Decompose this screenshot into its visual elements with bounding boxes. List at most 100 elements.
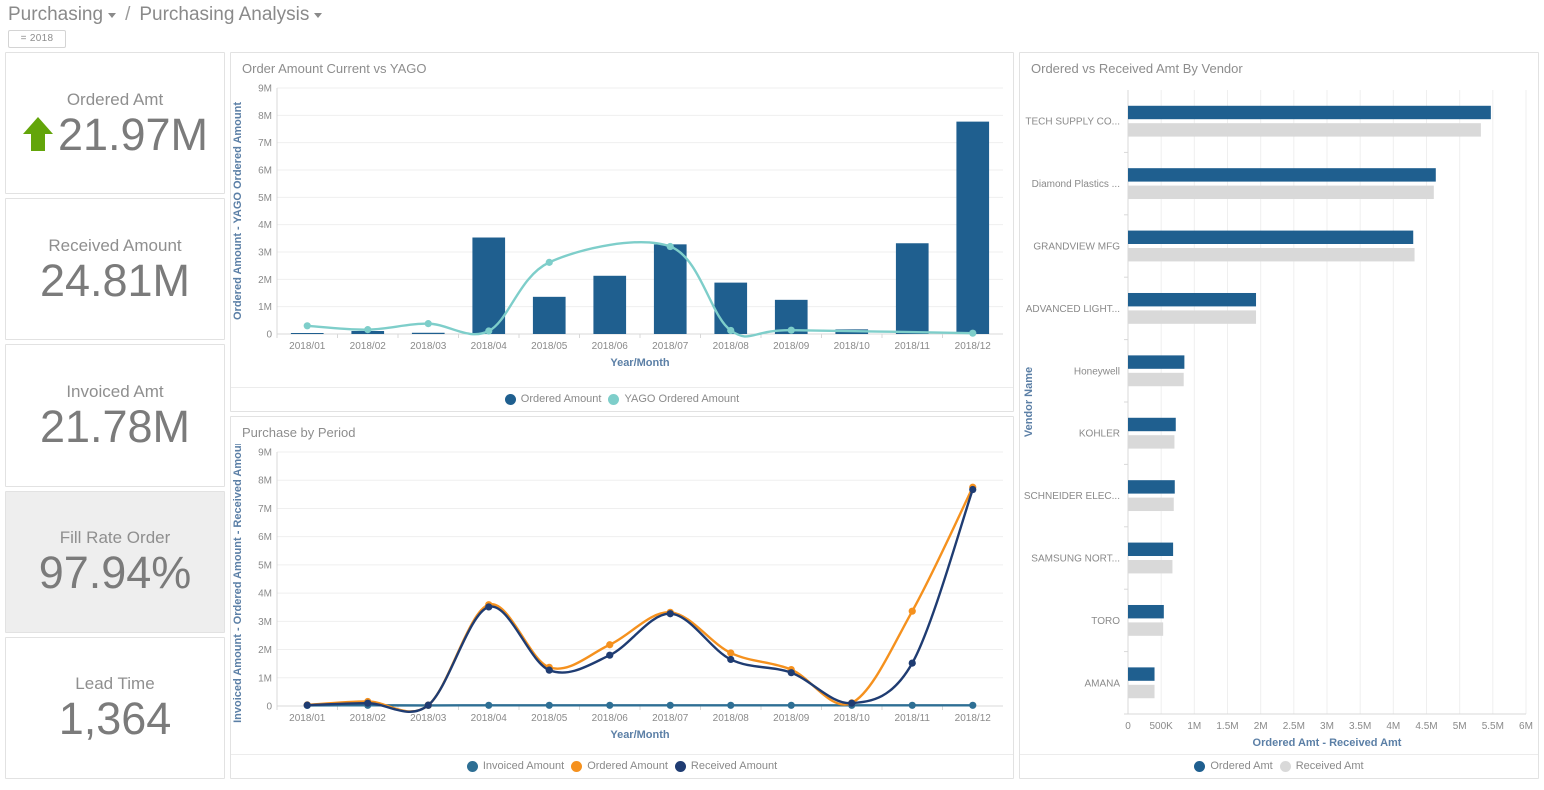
svg-text:Invoiced Amount - Ordered Amou: Invoiced Amount - Ordered Amount - Recei… bbox=[232, 444, 244, 723]
chevron-down-icon[interactable] bbox=[314, 13, 322, 18]
legend-swatch bbox=[1280, 761, 1291, 772]
chart-legend: Invoiced Amount Ordered Amount Received … bbox=[231, 754, 1013, 778]
svg-text:2018/01: 2018/01 bbox=[289, 341, 326, 352]
svg-text:2.5M: 2.5M bbox=[1283, 721, 1305, 732]
svg-text:6M: 6M bbox=[1519, 721, 1533, 732]
filter-chip-year[interactable]: = 2018 bbox=[8, 30, 66, 48]
svg-text:2018/12: 2018/12 bbox=[955, 713, 992, 724]
breadcrumb-label: Purchasing bbox=[8, 4, 103, 26]
kpi-label: Invoiced Amt bbox=[66, 382, 163, 402]
svg-text:TECH SUPPLY CO...: TECH SUPPLY CO... bbox=[1025, 117, 1120, 128]
svg-text:9M: 9M bbox=[258, 448, 272, 459]
svg-text:ADVANCED LIGHT...: ADVANCED LIGHT... bbox=[1026, 304, 1120, 315]
kpi-card-received-amount[interactable]: Received Amount 24.81M bbox=[5, 198, 225, 340]
svg-text:2018/08: 2018/08 bbox=[713, 713, 750, 724]
svg-text:1M: 1M bbox=[258, 673, 272, 684]
svg-text:2018/03: 2018/03 bbox=[410, 713, 447, 724]
svg-text:2018/06: 2018/06 bbox=[592, 713, 629, 724]
chart-panel-purchase-by-period: Purchase by Period 01M2M3M4M5M6M7M8M9MIn… bbox=[230, 416, 1014, 779]
legend-item-ordered-amount[interactable]: Ordered Amount bbox=[505, 393, 602, 405]
kpi-card-ordered-amt[interactable]: Ordered Amt 21.97M bbox=[5, 52, 225, 194]
svg-text:0: 0 bbox=[1125, 721, 1131, 732]
horizontal-bar-chart-svg[interactable]: 0500K1M1.5M2M2.5M3M3.5M4M4.5M5M5.5M6MOrd… bbox=[1020, 80, 1538, 752]
svg-text:2018/07: 2018/07 bbox=[652, 713, 689, 724]
legend-label: Invoiced Amount bbox=[483, 760, 564, 772]
legend-label: Received Amt bbox=[1296, 760, 1364, 772]
svg-text:Ordered Amt - Received Amt: Ordered Amt - Received Amt bbox=[1253, 737, 1402, 749]
svg-text:6M: 6M bbox=[258, 166, 272, 177]
svg-text:3.5M: 3.5M bbox=[1349, 721, 1371, 732]
breadcrumb-separator: / bbox=[125, 4, 130, 26]
chart-legend: Ordered Amount YAGO Ordered Amount bbox=[231, 387, 1013, 411]
line-chart-svg[interactable]: 01M2M3M4M5M6M7M8M9MInvoiced Amount - Ord… bbox=[231, 444, 1013, 744]
svg-text:2018/10: 2018/10 bbox=[834, 341, 871, 352]
svg-text:SAMSUNG NORT...: SAMSUNG NORT... bbox=[1031, 554, 1120, 565]
chart-plot-area[interactable]: 01M2M3M4M5M6M7M8M9MOrdered Amount - YAGO… bbox=[231, 80, 1013, 387]
svg-text:6M: 6M bbox=[258, 532, 272, 543]
svg-text:2018/02: 2018/02 bbox=[350, 713, 387, 724]
kpi-label: Lead Time bbox=[75, 674, 154, 694]
kpi-card-lead-time[interactable]: Lead Time 1,364 bbox=[5, 637, 225, 779]
middle-column: Order Amount Current vs YAGO 01M2M3M4M5M… bbox=[230, 52, 1014, 779]
svg-text:2018/03: 2018/03 bbox=[410, 341, 447, 352]
right-column: Ordered vs Received Amt By Vendor 0500K1… bbox=[1019, 52, 1539, 779]
combo-chart-svg[interactable]: 01M2M3M4M5M6M7M8M9MOrdered Amount - YAGO… bbox=[231, 80, 1013, 372]
svg-text:4.5M: 4.5M bbox=[1415, 721, 1437, 732]
kpi-label: Fill Rate Order bbox=[60, 528, 171, 548]
chart-title: Purchase by Period bbox=[231, 417, 1013, 444]
chart-panel-order-amount-current-vs-yago: Order Amount Current vs YAGO 01M2M3M4M5M… bbox=[230, 52, 1014, 412]
chart-plot-area[interactable]: 01M2M3M4M5M6M7M8M9MInvoiced Amount - Ord… bbox=[231, 444, 1013, 754]
svg-text:4M: 4M bbox=[1386, 721, 1400, 732]
legend-item-yago-ordered-amount[interactable]: YAGO Ordered Amount bbox=[608, 393, 739, 405]
svg-text:0: 0 bbox=[266, 702, 272, 713]
kpi-value: 1,364 bbox=[59, 696, 172, 741]
svg-text:2018/07: 2018/07 bbox=[652, 341, 689, 352]
svg-text:5M: 5M bbox=[258, 560, 272, 571]
legend-item-ordered-amount[interactable]: Ordered Amount bbox=[571, 760, 668, 772]
legend-item-invoiced-amount[interactable]: Invoiced Amount bbox=[467, 760, 564, 772]
breadcrumb-bar: Purchasing / Purchasing Analysis bbox=[0, 0, 1544, 28]
legend-label: Received Amount bbox=[691, 760, 777, 772]
svg-text:2018/12: 2018/12 bbox=[955, 341, 992, 352]
chevron-down-icon[interactable] bbox=[108, 13, 116, 18]
svg-text:2018/02: 2018/02 bbox=[350, 341, 387, 352]
svg-text:1M: 1M bbox=[1187, 721, 1201, 732]
kpi-column: Ordered Amt 21.97M Received Amount 24.81… bbox=[5, 52, 225, 779]
legend-item-ordered-amt[interactable]: Ordered Amt bbox=[1194, 760, 1272, 772]
chart-title: Order Amount Current vs YAGO bbox=[231, 53, 1013, 80]
legend-swatch bbox=[505, 394, 516, 405]
svg-text:Ordered Amount - YAGO Ordered: Ordered Amount - YAGO Ordered Amount bbox=[232, 102, 244, 320]
svg-text:2018/05: 2018/05 bbox=[531, 341, 568, 352]
legend-item-received-amt[interactable]: Received Amt bbox=[1280, 760, 1364, 772]
svg-text:Year/Month: Year/Month bbox=[610, 357, 670, 369]
legend-swatch bbox=[608, 394, 619, 405]
kpi-label: Received Amount bbox=[48, 236, 181, 256]
dashboard-board: Ordered Amt 21.97M Received Amount 24.81… bbox=[0, 52, 1544, 784]
svg-text:2018/05: 2018/05 bbox=[531, 713, 568, 724]
svg-text:2018/04: 2018/04 bbox=[471, 713, 508, 724]
svg-text:5M: 5M bbox=[258, 193, 272, 204]
legend-item-received-amount[interactable]: Received Amount bbox=[675, 760, 777, 772]
svg-text:1M: 1M bbox=[258, 302, 272, 313]
svg-text:2018/01: 2018/01 bbox=[289, 713, 326, 724]
kpi-card-invoiced-amt[interactable]: Invoiced Amt 21.78M bbox=[5, 344, 225, 486]
legend-swatch bbox=[571, 761, 582, 772]
legend-swatch bbox=[675, 761, 686, 772]
svg-text:Diamond Plastics ...: Diamond Plastics ... bbox=[1032, 179, 1120, 190]
breadcrumb-item-purchasing[interactable]: Purchasing bbox=[8, 4, 116, 26]
svg-text:7M: 7M bbox=[258, 138, 272, 149]
svg-text:2018/09: 2018/09 bbox=[773, 341, 810, 352]
legend-label: YAGO Ordered Amount bbox=[624, 393, 739, 405]
kpi-value: 21.78M bbox=[40, 404, 190, 449]
breadcrumb-item-purchasing-analysis[interactable]: Purchasing Analysis bbox=[139, 4, 322, 26]
svg-text:2018/11: 2018/11 bbox=[895, 713, 931, 724]
svg-text:8M: 8M bbox=[258, 476, 272, 487]
svg-text:Year/Month: Year/Month bbox=[610, 729, 670, 741]
arrow-up-icon bbox=[22, 114, 54, 154]
svg-text:8M: 8M bbox=[258, 111, 272, 122]
chart-plot-area[interactable]: 0500K1M1.5M2M2.5M3M3.5M4M4.5M5M5.5M6MOrd… bbox=[1020, 80, 1538, 754]
kpi-value: 24.81M bbox=[40, 258, 190, 303]
kpi-card-fill-rate-order[interactable]: Fill Rate Order 97.94% bbox=[5, 491, 225, 633]
svg-text:2M: 2M bbox=[258, 275, 272, 286]
svg-text:SCHNEIDER ELEC...: SCHNEIDER ELEC... bbox=[1024, 491, 1120, 502]
